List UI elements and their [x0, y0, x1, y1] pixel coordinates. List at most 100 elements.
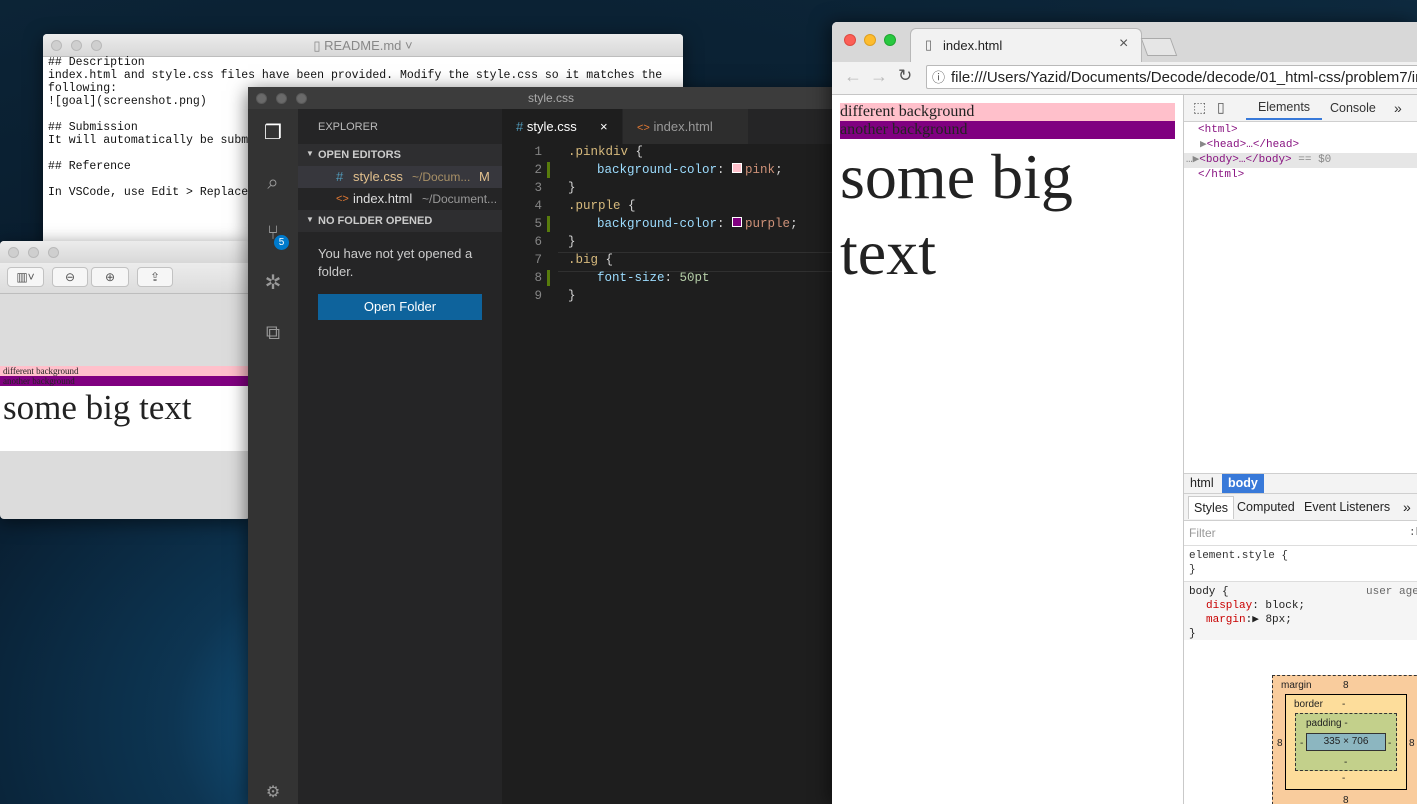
modified-badge: M — [479, 169, 490, 184]
chrome-window: ▯ index.html × ← → ↻ ⓘ file:///Users/Yaz… — [832, 22, 1417, 804]
box-content[interactable]: 335 × 706 — [1306, 733, 1386, 751]
back-icon[interactable]: ← — [844, 66, 862, 87]
html-file-icon: <> — [336, 193, 349, 205]
close-button[interactable] — [256, 93, 267, 104]
more-tabs-icon[interactable]: » — [1403, 494, 1411, 520]
more-tabs-icon[interactable]: » — [1394, 95, 1402, 121]
gear-icon[interactable]: ⚙ — [261, 781, 285, 804]
css-file-icon: # — [516, 119, 524, 134]
zoom-button[interactable] — [884, 34, 896, 46]
editor-tabs: # style.css × <> index.html — [502, 109, 848, 144]
devtools-toolbar: ⬚ ▯ Elements Console » — [1184, 95, 1417, 122]
preview-titlebar[interactable] — [0, 241, 250, 264]
styles-tabs: Styles Computed Event Listeners » — [1184, 494, 1417, 521]
extensions-icon[interactable]: ⧉ — [261, 321, 285, 345]
tab-console[interactable]: Console — [1330, 95, 1376, 121]
dom-html[interactable]: <html> — [1184, 123, 1417, 138]
new-tab-button[interactable] — [1140, 38, 1178, 56]
sidebar-toggle-icon[interactable]: ▥˅ — [7, 267, 44, 287]
address-bar[interactable]: ⓘ file:///Users/Yazid/Documents/Decode/d… — [926, 65, 1417, 89]
code-line-3: } — [568, 181, 576, 195]
expand-arrow-icon: ▶ — [1200, 139, 1207, 151]
zoom-out-icon[interactable]: ⊖ — [52, 267, 88, 287]
purple-div: another background — [840, 121, 1175, 139]
minimize-button[interactable] — [864, 34, 876, 46]
scm-badge: 5 — [274, 235, 289, 250]
explorer-icon[interactable]: ❐ — [261, 121, 285, 145]
tab-computed[interactable]: Computed — [1237, 494, 1295, 520]
code-line-9: } — [568, 289, 576, 303]
dom-tree: <html> ▶<head>…</head> …▶<body>…</body> … — [1184, 123, 1417, 183]
box-padding[interactable]: padding - - - - 335 × 706 — [1295, 713, 1397, 771]
no-folder-header[interactable]: ▼ NO FOLDER OPENED — [298, 210, 502, 232]
zoom-button[interactable] — [296, 93, 307, 104]
chrome-tabbar: ▯ index.html × — [832, 22, 1417, 63]
code-line-6: } — [568, 235, 576, 249]
document-icon: ▯ — [313, 38, 325, 53]
diff-marker — [547, 270, 550, 286]
reload-icon[interactable]: ↻ — [898, 66, 912, 86]
open-editor-style-css[interactable]: # style.css ~/Docum... M — [298, 166, 502, 188]
search-icon[interactable]: ⌕ — [261, 171, 285, 195]
debug-icon[interactable]: ✲ — [261, 271, 285, 295]
diff-marker — [547, 216, 550, 232]
dom-html-close[interactable]: </html> — [1184, 168, 1417, 183]
color-swatch-purple — [732, 217, 743, 227]
zoom-button[interactable] — [48, 247, 59, 258]
zoom-in-icon[interactable]: ⊕ — [91, 267, 129, 287]
body-rule[interactable]: body { user agent stylesheet display: bl… — [1184, 581, 1417, 640]
device-toggle-icon[interactable]: ▯ — [1217, 99, 1225, 116]
element-style-rule[interactable]: element.style {} — [1189, 549, 1288, 577]
explorer-title: EXPLORER — [318, 121, 378, 133]
close-button[interactable] — [844, 34, 856, 46]
explorer-sidebar: EXPLORER ▼ OPEN EDITORS # style.css ~/Do… — [298, 109, 502, 804]
tab-styles[interactable]: Styles — [1188, 496, 1235, 519]
big-text: some big text — [840, 141, 1073, 288]
page-icon: ▯ — [925, 37, 933, 52]
preview-page: different background another background … — [0, 366, 250, 451]
box-margin[interactable]: margin 8 8 8 8 border - - padding - - - … — [1272, 675, 1417, 804]
code-line-2: background-color: pink; — [597, 163, 783, 177]
inspect-icon[interactable]: ⬚ — [1193, 99, 1206, 116]
vscode-titlebar[interactable]: style.css — [248, 87, 848, 109]
crumb-body[interactable]: body — [1222, 474, 1264, 493]
tab-index-html[interactable]: ▯ index.html × — [910, 28, 1142, 63]
readme-title: README.md — [324, 38, 402, 53]
devtools-panel: ⬚ ▯ Elements Console » <html> ▶<head>…</… — [1183, 95, 1417, 804]
forward-icon[interactable]: → — [870, 66, 888, 87]
preview-window: ▥˅ ⊖ ⊕ ⇪ different background another ba… — [0, 241, 250, 519]
tab-event-listeners[interactable]: Event Listeners — [1304, 494, 1390, 520]
purple-div: another background — [0, 376, 250, 386]
chevron-down-icon[interactable]: ˅ — [401, 38, 413, 53]
tab-elements[interactable]: Elements — [1246, 95, 1322, 120]
crumb-html[interactable]: html — [1190, 476, 1214, 490]
expand-arrow-icon: ▶ — [1252, 614, 1259, 626]
pink-div: different background — [0, 366, 250, 376]
box-border[interactable]: border - - padding - - - - 335 × 706 — [1285, 694, 1407, 790]
activity-bar: ❐ ⌕ ⑂ 5 ✲ ⧉ ⚙ — [248, 109, 298, 804]
share-icon[interactable]: ⇪ — [137, 267, 173, 287]
page-viewport: different background another background … — [832, 95, 1183, 804]
dom-body[interactable]: …▶<body>…</body> == $0 — [1184, 153, 1417, 168]
close-button[interactable] — [8, 247, 19, 258]
tab-style-css[interactable]: # style.css × — [502, 109, 622, 144]
filter-input[interactable]: Filter :h — [1184, 521, 1417, 546]
close-icon[interactable]: × — [600, 109, 608, 144]
code-line-4: .purple { — [568, 199, 636, 213]
code-line-8: font-size: 50pt — [597, 271, 710, 285]
tab-index-html[interactable]: <> index.html — [623, 109, 748, 144]
info-icon: ⓘ — [932, 70, 946, 85]
editor-area: # style.css × <> index.html 1 2 3 4 5 6 … — [502, 109, 848, 804]
minimize-button[interactable] — [276, 93, 287, 104]
breadcrumb: html body — [1184, 473, 1417, 494]
html-file-icon: <> — [637, 122, 650, 134]
open-editors-header[interactable]: ▼ OPEN EDITORS — [298, 144, 502, 166]
dom-head[interactable]: ▶<head>…</head> — [1184, 138, 1417, 153]
big-text: some big text — [3, 388, 192, 427]
readme-titlebar[interactable]: ▯ README.md ˅ — [43, 34, 683, 57]
open-folder-button[interactable]: Open Folder — [318, 294, 482, 320]
close-icon[interactable]: × — [1119, 35, 1128, 53]
pink-div: different background — [840, 103, 1175, 121]
minimize-button[interactable] — [28, 247, 39, 258]
open-editor-index-html[interactable]: <> index.html ~/Document... — [298, 188, 502, 210]
